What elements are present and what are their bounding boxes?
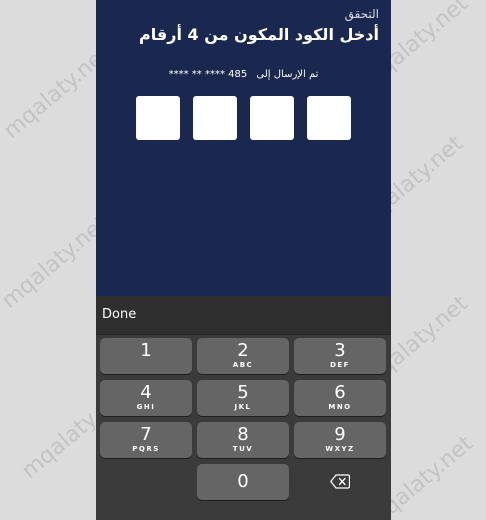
key-letters: TUV — [232, 445, 254, 453]
sent-to-row: تم الإرسال إلى **** ** **** 485 — [96, 67, 391, 83]
sent-to-label: تم الإرسال إلى — [256, 69, 319, 80]
key-letters: ABC — [232, 361, 254, 369]
key-2[interactable]: 2 ABC — [197, 338, 289, 374]
key-digit: 7 — [140, 424, 152, 445]
key-4[interactable]: 4 GHI — [100, 380, 192, 416]
code-digit-box[interactable] — [307, 96, 351, 140]
done-button[interactable]: Done — [102, 307, 136, 323]
numeric-keyboard: Done 1 2 ABC 3 DEF 4 GHI 5 JKL 6 MNO 7 P… — [96, 296, 391, 520]
key-digit: 3 — [334, 340, 346, 361]
key-letters: MNO — [328, 403, 352, 411]
key-digit: 4 — [140, 382, 152, 403]
phone-screen: التحقق أدخل الكود المكون من 4 أرقام تم ا… — [96, 0, 391, 520]
page-header: التحقق أدخل الكود المكون من 4 أرقام — [139, 6, 379, 46]
key-digit: 2 — [237, 340, 249, 361]
code-digit-box[interactable] — [193, 96, 237, 140]
key-letters: DEF — [330, 361, 350, 369]
key-6[interactable]: 6 MNO — [294, 380, 386, 416]
key-letters: WXYZ — [325, 445, 355, 453]
screenshot-stage: mqalaty.net mqalaty.net mqalaty.net mqal… — [0, 0, 486, 520]
key-8[interactable]: 8 TUV — [197, 422, 289, 458]
key-digit: 5 — [237, 382, 249, 403]
key-0[interactable]: 0 — [197, 464, 289, 500]
page-title: أدخل الكود المكون من 4 أرقام — [139, 25, 379, 44]
key-9[interactable]: 9 WXYZ — [294, 422, 386, 458]
key-letters: PQRS — [132, 445, 160, 453]
code-digit-box[interactable] — [136, 96, 180, 140]
key-digit: 1 — [140, 340, 152, 361]
key-7[interactable]: 7 PQRS — [100, 422, 192, 458]
key-digit: 8 — [237, 424, 249, 445]
keyboard-toolbar: Done — [96, 296, 391, 335]
key-1[interactable]: 1 — [100, 338, 192, 374]
page-subtitle: التحقق — [344, 7, 379, 21]
key-digit: 9 — [334, 424, 346, 445]
key-letters: GHI — [136, 403, 156, 411]
masked-phone-number: **** ** **** 485 — [168, 69, 248, 80]
key-digit: 0 — [237, 471, 249, 492]
backspace-button[interactable] — [294, 464, 386, 500]
code-digit-box[interactable] — [250, 96, 294, 140]
key-letters: JKL — [234, 403, 252, 411]
key-5[interactable]: 5 JKL — [197, 380, 289, 416]
backspace-icon — [330, 474, 350, 489]
key-digit: 6 — [334, 382, 346, 403]
key-3[interactable]: 3 DEF — [294, 338, 386, 374]
code-input-group — [136, 96, 351, 140]
